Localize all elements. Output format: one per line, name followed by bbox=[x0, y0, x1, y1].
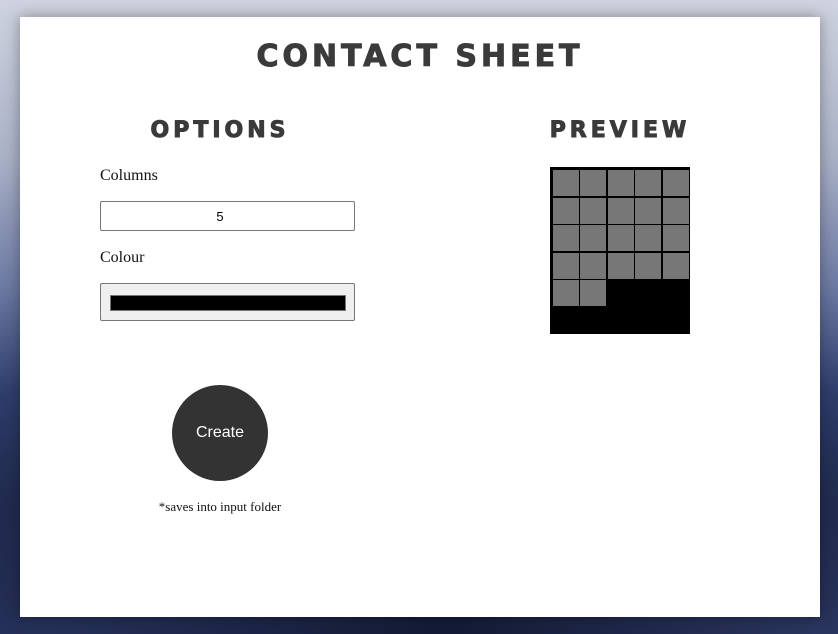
preview-cell bbox=[580, 225, 607, 251]
preview-cell bbox=[553, 280, 579, 306]
page-title: Contact Sheet bbox=[256, 39, 584, 75]
preview-grid bbox=[550, 167, 690, 334]
columns-input[interactable] bbox=[100, 201, 355, 231]
preview-cell bbox=[580, 252, 607, 279]
colour-label: Colour bbox=[100, 249, 145, 266]
main-panel: Contact Sheet Options Preview Columns Co… bbox=[20, 17, 820, 617]
preview-cell bbox=[635, 197, 662, 224]
preview-cell bbox=[553, 170, 579, 196]
save-note: *saves into input folder bbox=[158, 499, 282, 514]
preview-cell bbox=[580, 197, 607, 224]
columns-label: Columns bbox=[100, 167, 158, 184]
preview-cell bbox=[607, 197, 634, 224]
preview-cell bbox=[662, 197, 689, 224]
preview-cell bbox=[580, 280, 607, 306]
preview-cell bbox=[553, 225, 579, 251]
preview-cell bbox=[635, 225, 662, 251]
preview-heading: Preview bbox=[549, 118, 691, 144]
preview-cell bbox=[662, 252, 689, 279]
create-button[interactable]: Create bbox=[172, 385, 268, 481]
options-heading: Options bbox=[150, 118, 290, 144]
preview-cell bbox=[553, 252, 579, 279]
preview-cell bbox=[607, 170, 634, 196]
preview-cell bbox=[607, 252, 634, 279]
preview-cell bbox=[635, 170, 662, 196]
preview-cell bbox=[607, 225, 634, 251]
colour-picker[interactable] bbox=[100, 283, 355, 321]
colour-swatch bbox=[110, 295, 346, 311]
preview-cell bbox=[662, 170, 689, 196]
preview-cell bbox=[662, 225, 689, 251]
preview-cell bbox=[635, 252, 662, 279]
preview-cell bbox=[580, 170, 607, 196]
preview-cell bbox=[553, 197, 579, 224]
